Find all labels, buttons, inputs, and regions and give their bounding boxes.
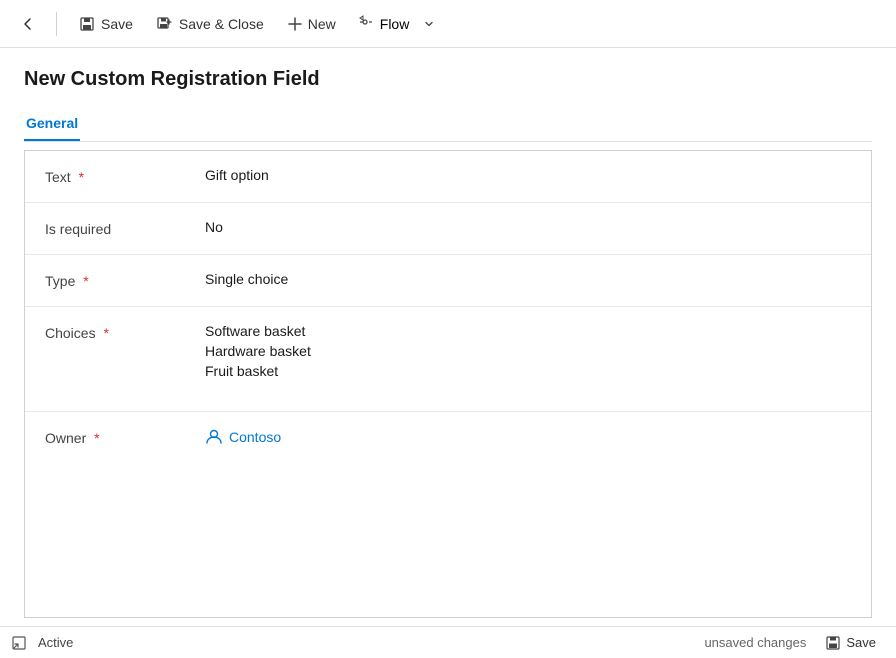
status-right: unsaved changes Save <box>704 631 884 654</box>
required-star-choices: * <box>103 325 108 341</box>
field-value-type: Single choice <box>205 271 851 287</box>
owner-name: Contoso <box>229 429 281 445</box>
field-row-text: Text * Gift option <box>25 151 871 203</box>
field-value-text: Gift option <box>205 167 851 183</box>
required-star-owner: * <box>94 430 99 446</box>
choice-item-2: Hardware basket <box>205 343 851 359</box>
flow-button[interactable]: Flow <box>350 8 418 39</box>
status-active-label: Active <box>38 635 73 650</box>
form-scroll[interactable]: Text * Gift option Is required No Type *… <box>24 150 872 618</box>
field-row-choices: Choices * Software basket Hardware baske… <box>25 307 871 412</box>
owner-icon <box>205 428 223 446</box>
status-save-button[interactable]: Save <box>818 631 884 654</box>
flow-chevron-button[interactable] <box>417 12 441 36</box>
status-save-label: Save <box>846 635 876 650</box>
field-row-isrequired: Is required No <box>25 203 871 255</box>
field-label-owner: Owner * <box>45 428 205 446</box>
page-content: New Custom Registration Field General Te… <box>0 48 896 626</box>
choice-item-3: Fruit basket <box>205 363 851 379</box>
flow-label: Flow <box>380 16 410 32</box>
field-value-choices: Software basket Hardware basket Fruit ba… <box>205 323 851 379</box>
status-left: Active <box>12 635 73 650</box>
new-icon <box>288 17 302 31</box>
field-label-choices: Choices * <box>45 323 205 341</box>
choice-item-1: Software basket <box>205 323 851 339</box>
save-close-button[interactable]: Save & Close <box>147 10 274 38</box>
required-star-type: * <box>83 273 88 289</box>
page-title: New Custom Registration Field <box>24 68 872 91</box>
save-button[interactable]: Save <box>69 10 143 38</box>
toolbar: Save Save & Close New <box>0 0 896 48</box>
owner-link[interactable]: Contoso <box>205 428 851 446</box>
tabs-bar: General <box>24 107 872 142</box>
required-star-text: * <box>79 169 84 185</box>
field-row-type: Type * Single choice <box>25 255 871 307</box>
field-value-owner: Contoso <box>205 428 851 446</box>
save-close-icon <box>157 16 173 32</box>
save-icon <box>79 16 95 32</box>
status-bar: Active unsaved changes Save <box>0 626 896 658</box>
flow-button-group: Flow <box>350 8 442 39</box>
flow-icon <box>358 14 374 33</box>
save-close-label: Save & Close <box>179 16 264 32</box>
tab-general[interactable]: General <box>24 107 80 141</box>
unsaved-changes-label: unsaved changes <box>704 635 806 650</box>
new-label: New <box>308 16 336 32</box>
field-label-type: Type * <box>45 271 205 289</box>
toolbar-divider <box>56 12 57 36</box>
field-row-owner: Owner * Contoso <box>25 412 871 464</box>
new-button[interactable]: New <box>278 10 346 38</box>
field-value-isrequired: No <box>205 219 851 235</box>
save-label: Save <box>101 16 133 32</box>
form-container: Text * Gift option Is required No Type *… <box>24 142 872 626</box>
external-link-icon[interactable] <box>12 636 26 650</box>
back-button[interactable] <box>12 8 44 40</box>
field-label-text: Text * <box>45 167 205 185</box>
field-label-isrequired: Is required <box>45 219 205 237</box>
